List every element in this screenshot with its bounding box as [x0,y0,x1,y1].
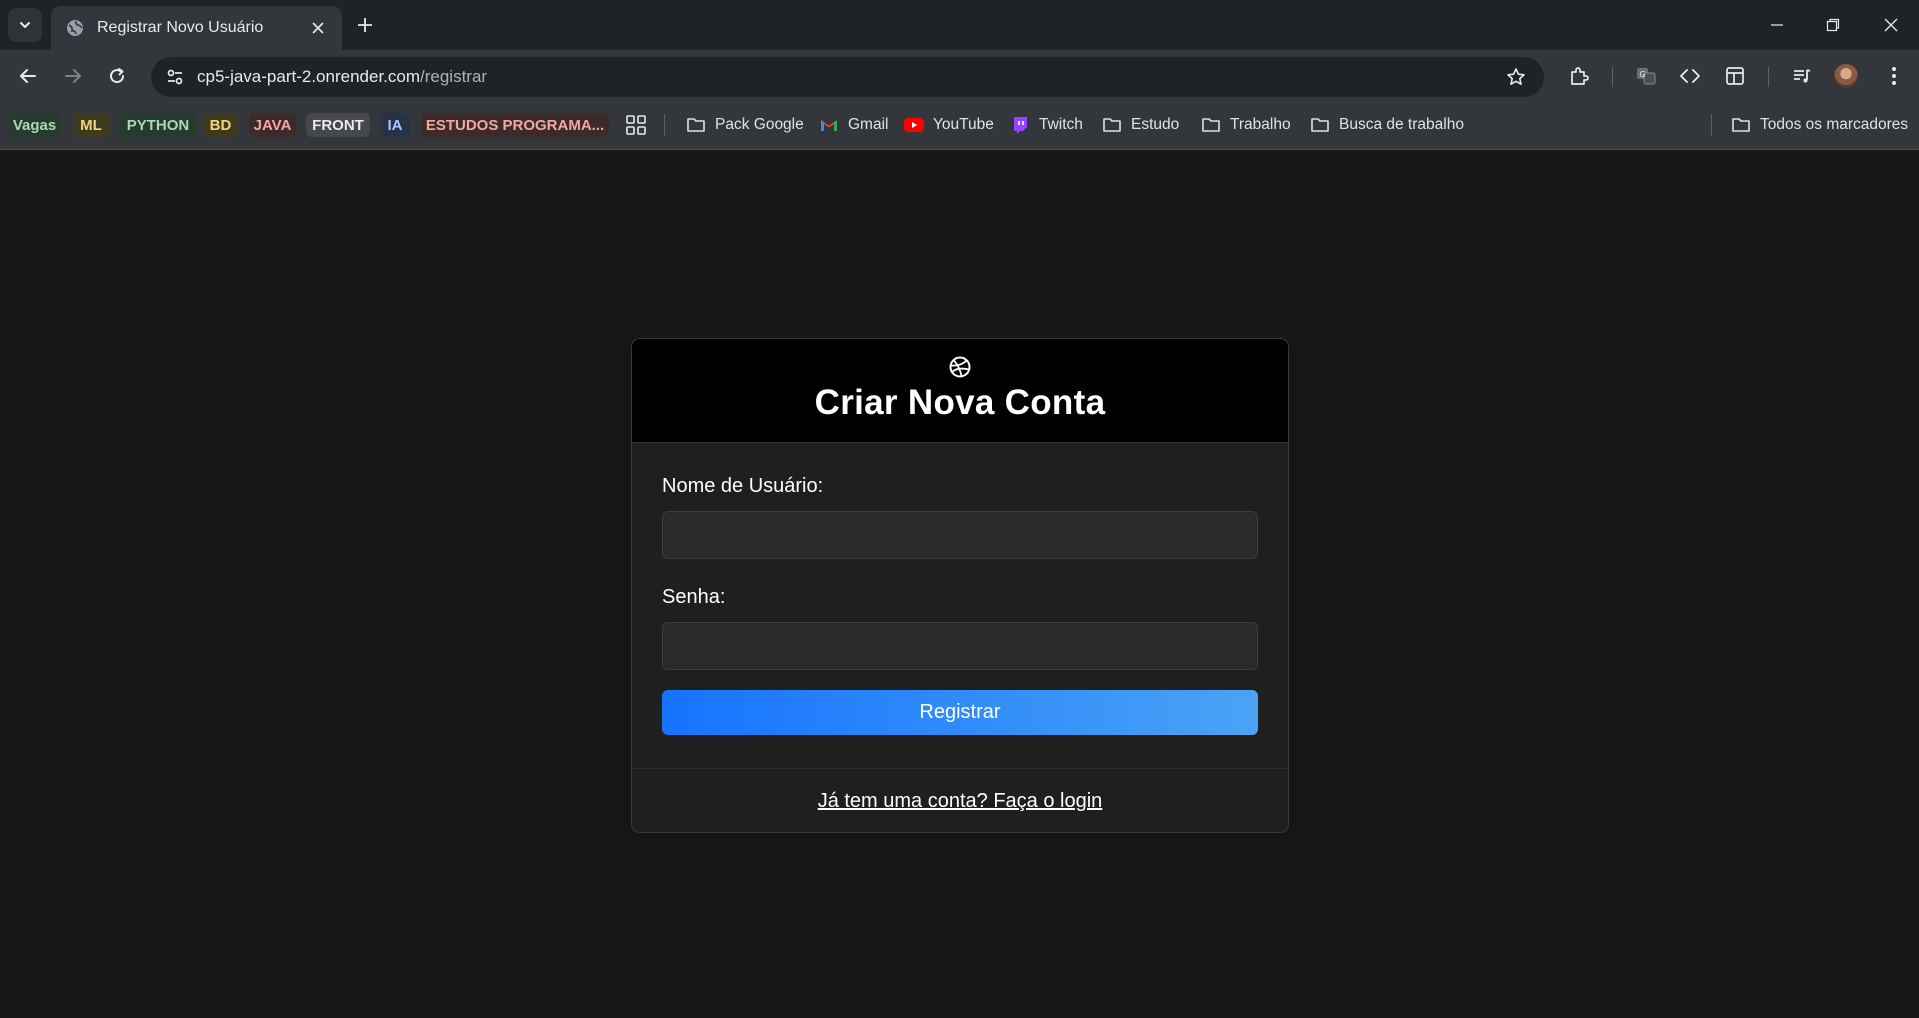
site-info-icon[interactable] [155,57,195,97]
login-link[interactable]: Já tem uma conta? Faça o login [818,790,1103,813]
bookmark-group-chip[interactable]: ESTUDOS PROGRAMA... [421,113,609,137]
bookmark-group-chip[interactable]: IA [380,113,410,137]
close-icon [1884,18,1898,32]
card-header: Criar Nova Conta [632,339,1288,443]
folder-icon [1731,115,1751,135]
new-tab-button[interactable] [351,11,379,39]
side-panel-icon[interactable] [1720,61,1750,91]
bookmark-star-icon[interactable] [1496,57,1536,97]
profile-avatar[interactable] [1834,64,1858,88]
svg-text:G: G [1640,70,1646,79]
password-input[interactable] [662,622,1258,670]
folder-icon [1102,115,1122,135]
bookmark-item[interactable]: Twitch [1010,111,1083,139]
toolbar-separator [1612,67,1613,87]
register-card: Criar Nova Conta Nome de Usuário: Senha:… [631,338,1289,833]
bookmark-group-chip[interactable]: BD [204,113,237,137]
username-input[interactable] [662,511,1258,559]
tab-active[interactable]: Registrar Novo Usuário [51,6,342,50]
arrow-right-icon [65,69,81,83]
translate-icon[interactable]: G [1631,61,1661,91]
folder-icon [1201,115,1221,135]
url-host: cp5-java-part-2.onrender.com [197,67,421,86]
url-path: /registrar [420,67,488,86]
reload-button[interactable] [102,61,132,91]
dribbble-ball-icon [949,356,971,378]
folder-icon [1310,115,1330,135]
close-window-button[interactable] [1863,0,1919,50]
bookmark-group-chip[interactable]: ML [73,113,109,137]
bookmark-label: Trabalho [1230,116,1291,133]
bookmark-label: Twitch [1039,116,1083,133]
bookmarks-separator [1711,114,1712,136]
folder-icon [686,115,706,135]
minimize-icon [1771,24,1783,26]
bookmark-item[interactable]: YouTube [904,111,994,139]
register-button[interactable]: Registrar [662,690,1258,735]
bookmark-item[interactable]: Trabalho [1201,111,1291,139]
register-form: Nome de Usuário: Senha: Registrar [632,443,1288,768]
arrow-left-icon [20,69,36,83]
bookmark-group-chip[interactable]: JAVA [249,113,296,137]
plus-icon [358,18,372,32]
address-bar[interactable]: cp5-java-part-2.onrender.com/registrar [151,57,1544,97]
bookmark-label: Estudo [1131,116,1180,133]
bookmark-label: Pack Google [715,116,804,133]
bookmark-item[interactable]: Busca de trabalho [1310,111,1464,139]
chevron-down-icon [20,22,30,28]
bookmark-group-chip[interactable]: FRONT [306,113,370,137]
bookmark-item[interactable]: Pack Google [686,111,804,139]
tab-search-button[interactable] [8,8,42,42]
password-label: Senha: [662,586,726,608]
all-bookmarks-button[interactable]: Todos os marcadores [1731,111,1908,139]
bookmark-label: Busca de trabalho [1339,116,1464,133]
reload-icon [110,68,125,84]
bookmarks-separator [664,114,665,136]
extensions-icon[interactable] [1564,61,1594,91]
code-icon[interactable] [1675,61,1705,91]
bookmark-label: Gmail [848,116,889,133]
twitch-icon [1010,115,1030,135]
page-title: Criar Nova Conta [814,383,1106,422]
minimize-button[interactable] [1749,0,1805,50]
username-label: Nome de Usuário: [662,475,824,497]
card-footer: Já tem uma conta? Faça o login [632,768,1288,832]
gmail-icon [819,115,839,135]
bookmark-item[interactable]: Gmail [819,111,888,139]
media-control-icon[interactable] [1787,61,1817,91]
url-text: cp5-java-part-2.onrender.com/registrar [197,67,1496,87]
menu-icon[interactable] [1879,61,1909,91]
bookmark-item[interactable]: Estudo [1102,111,1179,139]
forward-button[interactable] [58,61,88,91]
restore-icon [1826,18,1840,32]
all-bookmarks-label: Todos os marcadores [1760,116,1909,133]
close-tab-icon[interactable] [306,16,330,40]
restore-button[interactable] [1805,0,1861,50]
youtube-icon [904,115,924,135]
bookmark-group-chip[interactable]: Vagas [8,113,61,137]
globe-icon [65,18,85,38]
toolbar-separator [1768,67,1769,87]
bookmark-label: YouTube [933,116,994,133]
apps-grid-icon[interactable] [625,114,647,136]
back-button[interactable] [13,61,43,91]
bookmark-group-chip[interactable]: PYTHON [119,113,197,137]
tab-title: Registrar Novo Usuário [97,19,264,36]
